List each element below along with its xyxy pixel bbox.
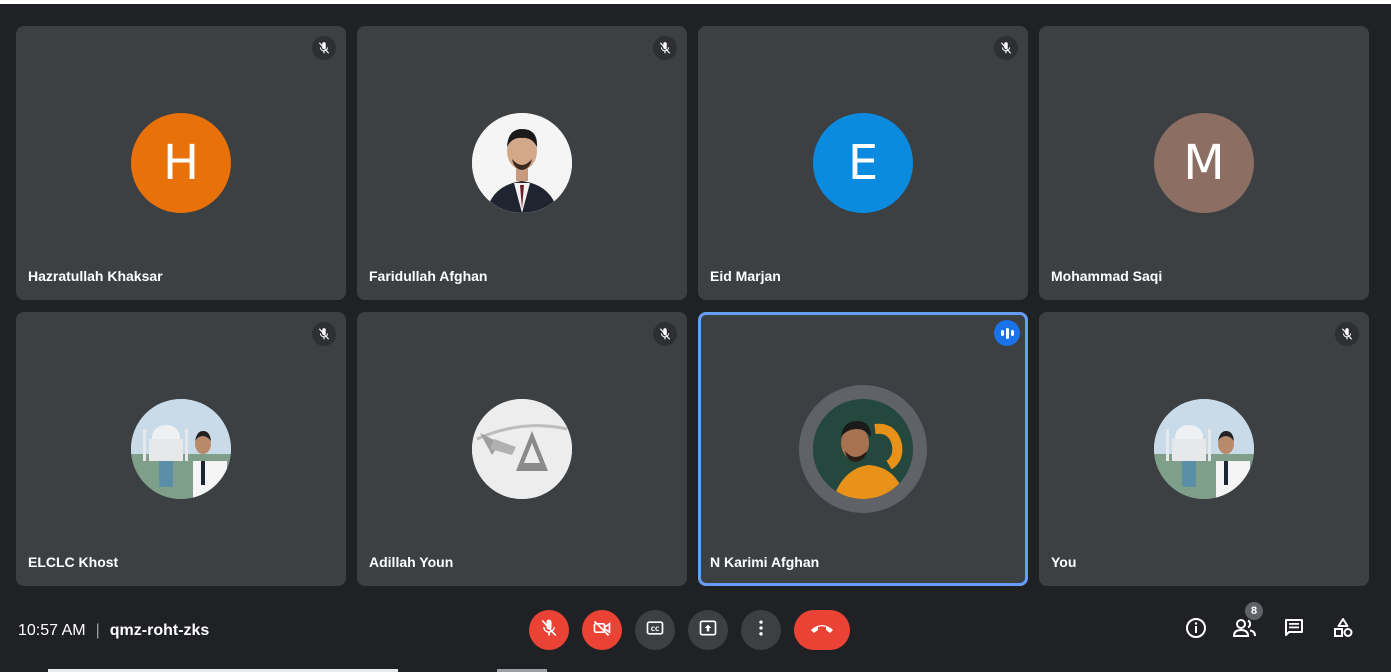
participant-tile[interactable]: H Hazratullah Khaksar <box>16 26 346 300</box>
current-time: 10:57 AM <box>18 622 86 639</box>
participant-photo <box>472 113 572 213</box>
mic-muted-icon <box>1335 322 1359 346</box>
avatar-initial: H <box>162 135 200 191</box>
participant-photo <box>131 399 231 499</box>
mic-off-icon <box>539 618 559 643</box>
activities-icon <box>1331 616 1355 645</box>
present-now-button[interactable] <box>688 610 728 650</box>
participant-photo <box>813 399 913 499</box>
bottom-bar: 10:57 AM | qmz-roht-zks CC 8 <box>0 596 1391 672</box>
participant-name: Hazratullah Khaksar <box>28 268 163 284</box>
participant-name: Adillah Youn <box>369 554 454 570</box>
participant-avatar: H <box>131 113 231 213</box>
participant-name: ELCLC Khost <box>28 554 119 570</box>
participant-avatar: M <box>1154 113 1254 213</box>
more-options-icon <box>751 618 771 643</box>
mic-muted-icon <box>312 36 336 60</box>
call-controls: CC <box>529 610 850 650</box>
self-tile[interactable]: You <box>1039 312 1369 586</box>
participant-name: Mohammad Saqi <box>1051 268 1163 284</box>
meeting-code: qmz-roht-zks <box>109 622 210 639</box>
camera-off-icon <box>592 618 612 643</box>
side-panel-controls: 8 <box>1161 602 1357 644</box>
svg-text:CC: CC <box>651 626 660 632</box>
participant-tile[interactable]: Faridullah Afghan <box>357 26 687 300</box>
participant-tile[interactable]: Adillah Youn <box>357 312 687 586</box>
active-speaker-tile[interactable]: N Karimi Afghan <box>698 312 1028 586</box>
meeting-details-button[interactable] <box>1182 616 1210 644</box>
participant-grid: H Hazratullah Khaksar Faridullah Afghan <box>16 26 1369 586</box>
captions-icon: CC <box>645 618 665 643</box>
participant-name: Eid Marjan <box>710 268 781 284</box>
participant-tile[interactable]: E Eid Marjan <box>698 26 1028 300</box>
avatar-initial: M <box>1183 135 1225 191</box>
meeting-details: 10:57 AM | qmz-roht-zks <box>18 622 209 640</box>
participant-name: You <box>1051 554 1077 570</box>
participant-tile[interactable]: ELCLC Khost <box>16 312 346 586</box>
participant-name: N Karimi Afghan <box>710 554 820 570</box>
chat-button[interactable] <box>1280 616 1308 644</box>
mic-muted-icon <box>653 36 677 60</box>
more-options-button[interactable] <box>741 610 781 650</box>
speaking-indicator-icon <box>994 320 1020 346</box>
camera-toggle-button[interactable] <box>582 610 622 650</box>
chat-icon <box>1282 616 1306 645</box>
participant-photo <box>1154 399 1254 499</box>
avatar-initial: E <box>847 135 879 191</box>
participant-count-badge: 8 <box>1245 602 1263 620</box>
participant-name: Faridullah Afghan <box>369 268 488 284</box>
participant-avatar: E <box>813 113 913 213</box>
separator: | <box>95 622 100 639</box>
window-top-edge <box>0 0 1391 4</box>
mic-muted-icon <box>312 322 336 346</box>
captions-button[interactable]: CC <box>635 610 675 650</box>
microphone-toggle-button[interactable] <box>529 610 569 650</box>
mic-muted-icon <box>994 36 1018 60</box>
info-icon <box>1184 616 1208 645</box>
mic-muted-icon <box>653 322 677 346</box>
participant-tile[interactable]: M Mohammad Saqi <box>1039 26 1369 300</box>
end-call-icon <box>809 621 835 640</box>
activities-button[interactable] <box>1329 616 1357 644</box>
present-icon <box>698 618 718 643</box>
show-everyone-button[interactable]: 8 <box>1231 602 1263 644</box>
participant-photo <box>472 399 572 499</box>
leave-call-button[interactable] <box>794 610 850 650</box>
